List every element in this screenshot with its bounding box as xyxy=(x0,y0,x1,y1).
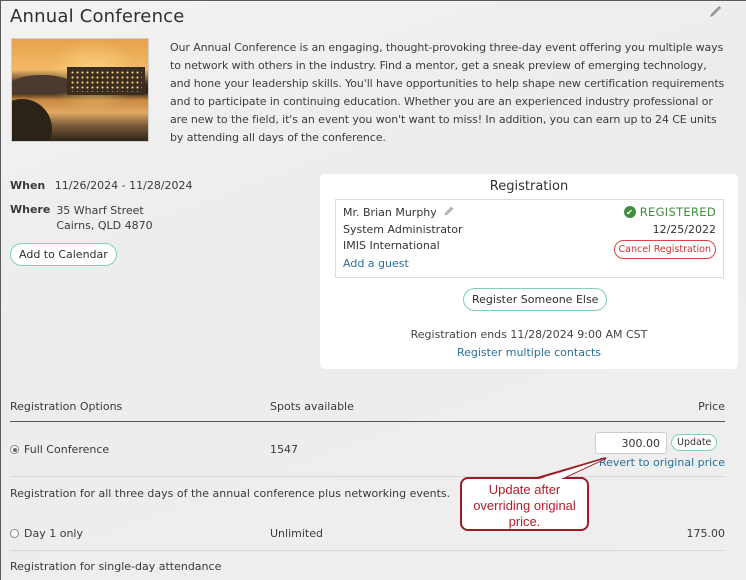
registrant-card: Mr. Brian Murphy System Administrator IM… xyxy=(335,199,724,278)
option-day-1[interactable]: Day 1 only xyxy=(10,527,83,540)
add-guest-link[interactable]: Add a guest xyxy=(343,257,409,270)
page-title: Annual Conference xyxy=(10,6,185,27)
when-label: When xyxy=(10,179,46,192)
when-value: 11/26/2024 - 11/28/2024 xyxy=(54,179,193,192)
edit-pencil-icon[interactable] xyxy=(707,4,723,20)
option-spots: 1547 xyxy=(270,443,298,456)
row-divider xyxy=(10,550,725,551)
header-spots-available: Spots available xyxy=(270,400,354,413)
option-full-conference[interactable]: Full Conference xyxy=(10,443,109,456)
where-row: Where 35 Wharf Street Cairns, QLD 4870 xyxy=(10,203,153,233)
option-description: Registration for single-day attendance xyxy=(10,560,222,573)
where-label: Where xyxy=(10,203,51,216)
registration-ends-text: Registration ends 11/28/2024 9:00 AM CST xyxy=(410,328,648,341)
update-price-button[interactable]: Update xyxy=(671,434,718,451)
address-line-1: 35 Wharf Street xyxy=(56,204,144,217)
register-someone-else-button[interactable]: Register Someone Else xyxy=(463,288,608,311)
cancel-registration-button[interactable]: Cancel Registration xyxy=(613,240,716,259)
event-description: Our Annual Conference is an engaging, th… xyxy=(170,41,725,144)
registration-status: ✔ REGISTERED xyxy=(623,205,716,219)
edit-registrant-icon[interactable] xyxy=(443,205,455,217)
address-line-2: Cairns, QLD 4870 xyxy=(56,219,153,232)
header-registration-options: Registration Options xyxy=(10,400,123,413)
radio-selected[interactable] xyxy=(10,445,19,454)
event-page: Annual Conference Our Annual Conference … xyxy=(1,1,746,580)
registrant-role: System Administrator xyxy=(343,223,463,236)
address: 35 Wharf Street Cairns, QLD 4870 xyxy=(56,203,152,233)
when-row: When 11/26/2024 - 11/28/2024 xyxy=(10,179,193,192)
annotation-callout: Update after overriding original price. xyxy=(460,477,589,531)
register-multiple-contacts-link[interactable]: Register multiple contacts xyxy=(320,346,738,359)
row-divider xyxy=(10,476,725,477)
event-image xyxy=(11,38,149,142)
option-name: Day 1 only xyxy=(24,527,83,540)
registrant-name: Mr. Brian Murphy xyxy=(343,206,437,219)
option-description: Registration for all three days of the a… xyxy=(10,487,451,500)
registration-date: 12/25/2022 xyxy=(652,223,716,236)
header-price: Price xyxy=(698,400,725,413)
radio-unselected[interactable] xyxy=(10,529,19,538)
registrant-name-row: Mr. Brian Murphy xyxy=(343,205,455,219)
add-to-calendar-button[interactable]: Add to Calendar xyxy=(10,243,117,266)
registration-panel: Registration Mr. Brian Murphy System Adm… xyxy=(320,174,738,369)
status-badge: REGISTERED xyxy=(639,205,716,219)
option-price: 175.00 xyxy=(686,527,726,540)
option-name: Full Conference xyxy=(24,443,110,456)
registrant-org: IMIS International xyxy=(343,239,440,252)
price-input[interactable] xyxy=(595,432,667,454)
header-divider xyxy=(10,421,725,422)
check-circle-icon: ✔ xyxy=(623,206,636,218)
registration-title: Registration xyxy=(489,179,569,194)
revert-price-link[interactable]: Revert to original price xyxy=(599,456,725,469)
option-spots: Unlimited xyxy=(270,527,323,540)
